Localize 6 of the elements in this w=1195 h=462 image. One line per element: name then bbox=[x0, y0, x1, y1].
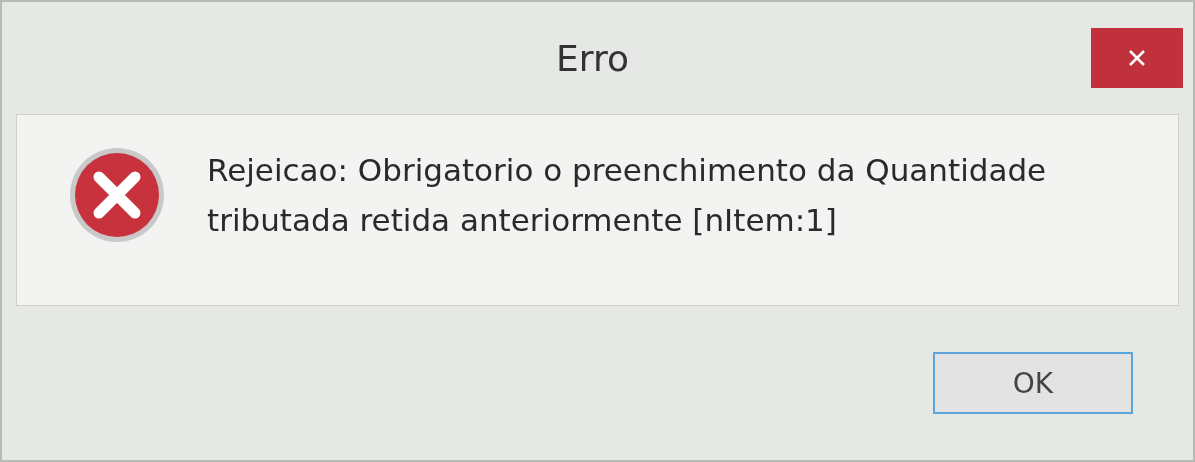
error-message: Rejeicao: Obrigatorio o preenchimento da Quantidade bbox=[207, 151, 1047, 190]
error-icon bbox=[67, 145, 167, 245]
close-button[interactable] bbox=[1091, 28, 1183, 88]
ok-button[interactable]: OK bbox=[933, 352, 1133, 414]
window-title: Erro bbox=[556, 37, 629, 79]
error-message: tributada retida anteriormente [nItem:1] bbox=[207, 201, 838, 240]
